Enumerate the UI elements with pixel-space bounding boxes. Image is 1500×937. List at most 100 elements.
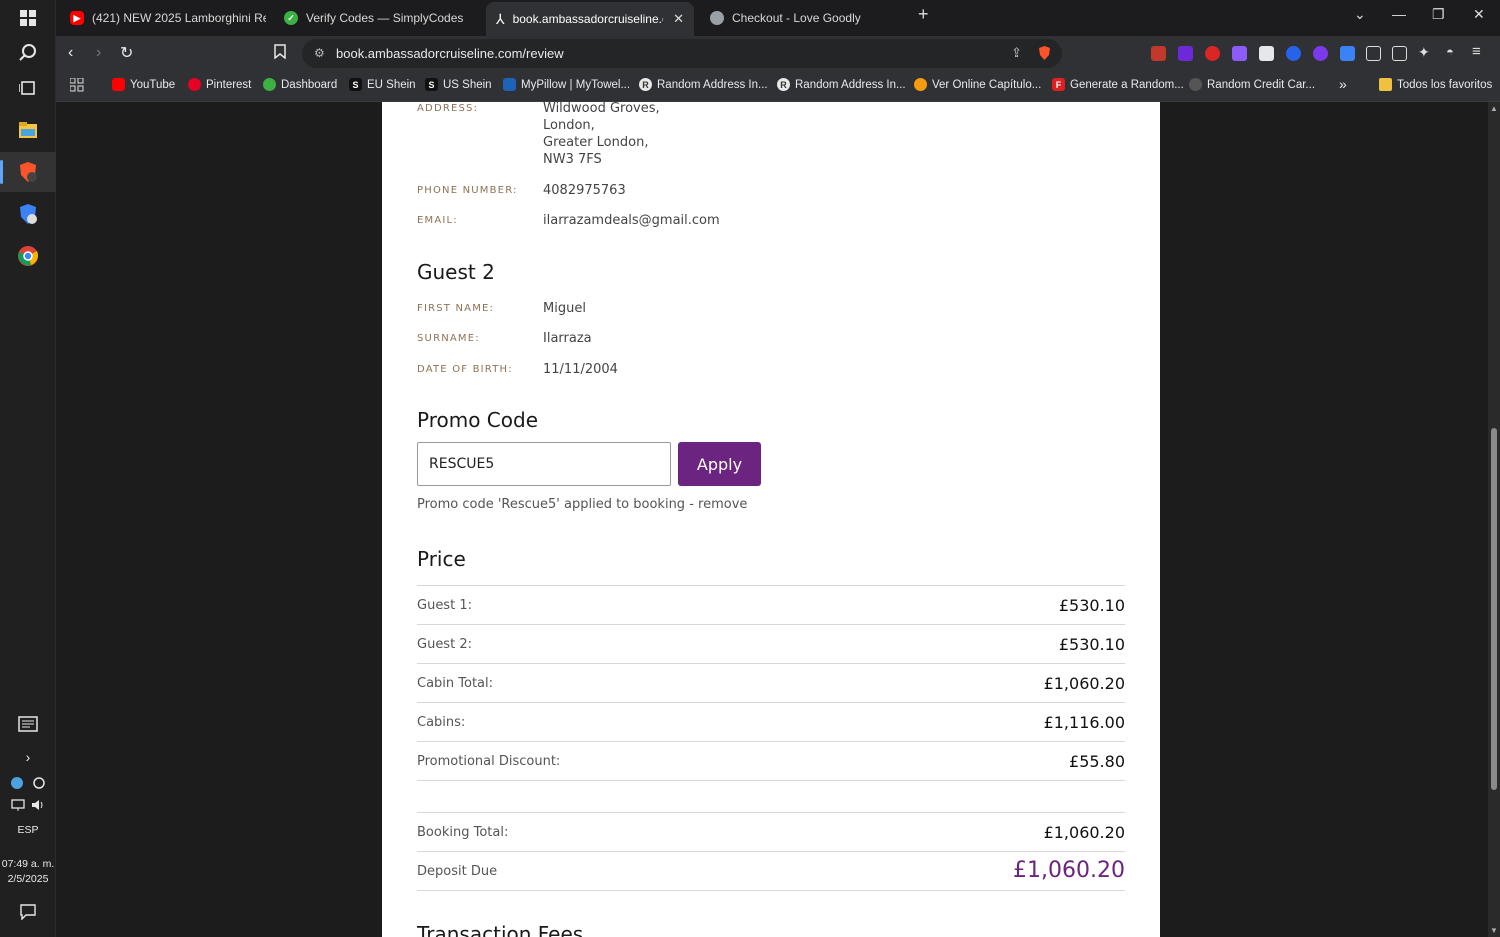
bookmark-icon[interactable] (274, 44, 286, 64)
news-widget-icon[interactable] (0, 704, 56, 744)
windows-start-icon[interactable] (0, 0, 56, 36)
bookmark-eu-shein[interactable]: S EU Shein (349, 78, 416, 91)
promo-applied-message[interactable]: Promo code 'Rescue5' applied to booking … (417, 497, 747, 512)
restore-icon[interactable]: ❐ (1432, 6, 1445, 23)
tab-love-goodly[interactable]: Checkout - Love Goodly (700, 4, 906, 32)
surname-label: SURNAME: (417, 333, 480, 344)
notifications-icon[interactable] (0, 892, 56, 932)
brave-taskbar-icon[interactable] (0, 152, 56, 192)
page-scrollbar[interactable]: ▲ ▼ (1488, 102, 1500, 937)
brave-profile-taskbar-icon[interactable] (0, 194, 56, 234)
back-icon[interactable]: ‹ (68, 44, 73, 62)
language-indicator[interactable]: ESP (0, 823, 56, 838)
network-volume-icons[interactable] (0, 794, 56, 816)
booking-total-value: £1,060.20 (1043, 823, 1125, 842)
scrollbar-thumb[interactable] (1491, 428, 1497, 790)
bookmark-label: Pinterest (206, 78, 252, 91)
url-text: book.ambassadorcruiseline.com/review (336, 46, 564, 61)
extension-icon[interactable] (1151, 46, 1166, 61)
apps-grid-icon[interactable] (70, 78, 84, 92)
new-tab-icon[interactable]: + (918, 4, 929, 25)
clock-date[interactable]: 2/5/2025 (0, 872, 56, 887)
price-label: Cabin Total: (417, 676, 494, 691)
surname-value: Ilarraza (543, 331, 592, 346)
more-bookmarks-icon[interactable]: » (1339, 76, 1347, 92)
search-icon[interactable] (0, 33, 56, 73)
address-value: Wildwood Groves, London, Greater London,… (543, 102, 660, 168)
price-row: Cabins: £1,116.00 (417, 702, 1125, 741)
scroll-down-icon[interactable]: ▼ (1489, 926, 1499, 935)
dob-value: 11/11/2004 (543, 362, 618, 377)
extension-icon[interactable] (1286, 46, 1301, 61)
chrome-taskbar-icon[interactable] (0, 236, 56, 276)
bookmark-label: Random Address In... (657, 78, 768, 91)
forward-icon[interactable]: › (96, 44, 101, 62)
bookmark-generate-random[interactable]: F Generate a Random... (1052, 78, 1184, 91)
brave-shields-icon[interactable] (1037, 45, 1052, 66)
wallet-icon[interactable]: ◓ (1446, 44, 1461, 59)
promo-code-input[interactable]: RESCUE5 (417, 442, 671, 486)
share-icon[interactable]: ⇪ (1011, 45, 1022, 61)
bookmark-label: Dashboard (281, 78, 338, 91)
leo-ai-icon[interactable]: ✦ (1418, 44, 1433, 60)
dob-label: DATE OF BIRTH: (417, 364, 513, 375)
extension-icon[interactable] (1313, 46, 1328, 61)
deposit-due-row: Deposit Due £1,060.20 (417, 851, 1125, 890)
price-label: Guest 2: (417, 637, 472, 652)
extension-icon[interactable] (1178, 46, 1193, 61)
chevron-right-icon[interactable]: › (0, 742, 56, 772)
extension-icon[interactable] (1232, 46, 1247, 61)
youtube-icon: ▶ (70, 11, 84, 25)
divider (417, 780, 1125, 781)
tab-title: (421) NEW 2025 Lamborghini Revue (92, 11, 266, 25)
bookmark-all-favorites[interactable]: Todos los favoritos (1379, 78, 1492, 91)
bookmark-us-shein[interactable]: S US Shein (425, 78, 492, 91)
bookmark-label: Ver Online Capítulo... (932, 78, 1042, 91)
puzzle-extensions-icon[interactable] (1366, 46, 1381, 61)
bookmark-label: US Shein (443, 78, 492, 91)
address-bar[interactable]: ⚙ book.ambassadorcruiseline.com/review ⇪ (302, 39, 1062, 68)
clock-time[interactable]: 07:49 a. m. (0, 857, 56, 872)
sidebar-icon[interactable] (1392, 46, 1407, 61)
tab-strip: ▶ (421) NEW 2025 Lamborghini Revue ✓ Ver… (56, 0, 1500, 36)
apply-button[interactable]: Apply (678, 442, 761, 486)
bookmark-pinterest[interactable]: Pinterest (188, 78, 251, 91)
file-explorer-icon[interactable] (0, 110, 56, 150)
promo-heading: Promo Code (417, 408, 539, 432)
tab-ambassador[interactable]: ⅄ book.ambassadorcruiseline.com ✕ (486, 2, 694, 36)
bookmark-ver-online[interactable]: Ver Online Capítulo... (914, 78, 1041, 91)
menu-icon[interactable]: ≡ (1472, 43, 1487, 60)
price-label: Promotional Discount: (417, 754, 561, 769)
bookmark-random-credit-card[interactable]: Random Credit Car... (1189, 78, 1315, 91)
extension-icon[interactable] (1205, 46, 1220, 61)
price-row: Promotional Discount: £55.80 (417, 741, 1125, 780)
email-label: EMAIL: (417, 215, 458, 226)
tab-youtube[interactable]: ▶ (421) NEW 2025 Lamborghini Revue (60, 4, 266, 32)
address-line: London, (543, 118, 595, 133)
phone-value: 4082975763 (543, 183, 626, 198)
pinterest-icon (188, 78, 201, 91)
tab-simplycodes[interactable]: ✓ Verify Codes — SimplyCodes (274, 4, 480, 32)
bookmark-dashboard[interactable]: Dashboard (263, 78, 337, 91)
bookmark-mypillow[interactable]: MyPillow | MyTowel... (503, 78, 630, 91)
bookmark-random-address-1[interactable]: R Random Address In... (639, 78, 768, 91)
reload-icon[interactable]: ↻ (120, 43, 133, 63)
tray-icons[interactable] (0, 772, 56, 794)
bookmark-random-address-2[interactable]: R Random Address In... (777, 78, 906, 91)
simplycodes-icon: ✓ (284, 11, 298, 25)
globe-icon (710, 11, 724, 25)
window-close-icon[interactable]: ✕ (1473, 6, 1485, 23)
close-icon[interactable]: ✕ (673, 11, 684, 27)
scroll-up-icon[interactable]: ▲ (1489, 104, 1499, 113)
first-name-value: Miguel (543, 301, 586, 316)
task-view-icon[interactable] (0, 68, 56, 108)
bookmark-youtube[interactable]: YouTube (112, 78, 175, 91)
chevron-down-icon[interactable]: ⌄ (1354, 6, 1366, 23)
minimize-icon[interactable]: — (1392, 6, 1406, 22)
download-icon[interactable] (1259, 46, 1274, 61)
site-info-icon[interactable]: ⚙ (314, 46, 325, 60)
extension-icon[interactable] (1340, 46, 1355, 61)
transaction-fees-heading: Transaction Fees (417, 922, 584, 937)
shein-icon: S (349, 78, 362, 91)
price-value: £1,060.20 (1043, 674, 1125, 693)
